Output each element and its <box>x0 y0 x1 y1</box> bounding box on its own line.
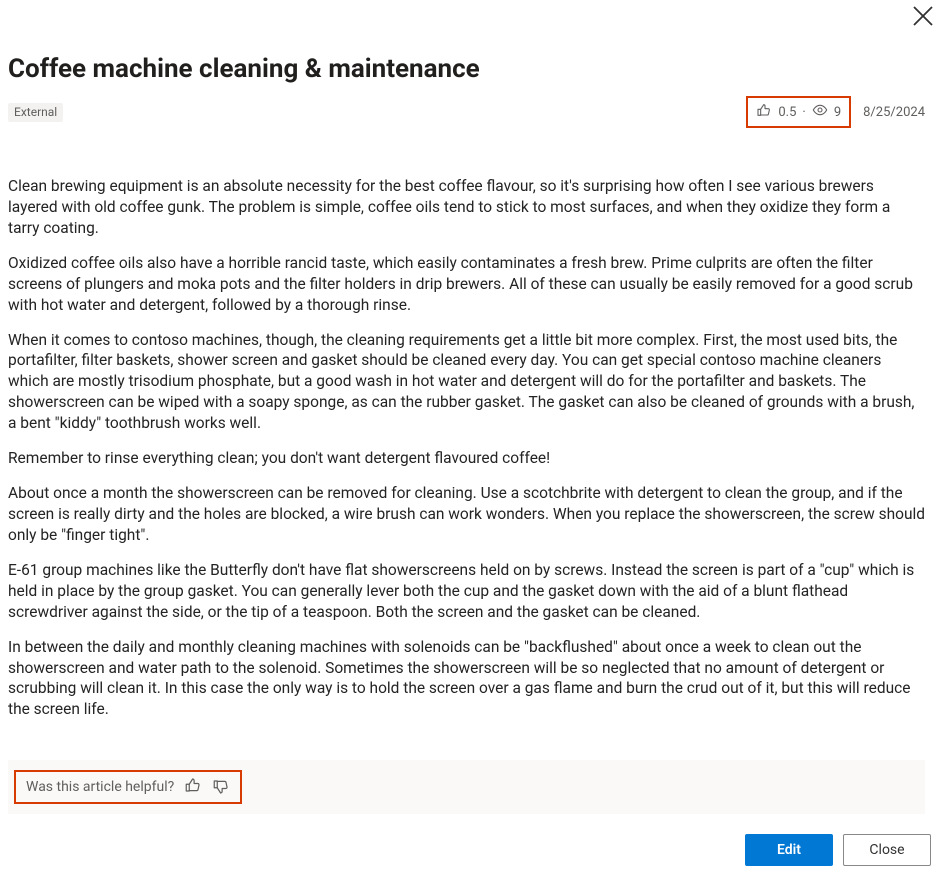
thumbs-up-icon[interactable] <box>184 776 202 798</box>
thumbs-down-icon[interactable] <box>212 776 230 798</box>
paragraph: Clean brewing equipment is an absolute n… <box>8 176 925 239</box>
article-body: Clean brewing equipment is an absolute n… <box>8 176 925 720</box>
feedback-bar: Was this article helpful? <box>8 760 925 814</box>
rating-value: 0.5 <box>778 105 796 120</box>
article-panel: Coffee machine cleaning & maintenance Ex… <box>0 0 943 880</box>
views-icon <box>812 102 828 122</box>
meta-right: 0.5 · 9 8/25/2024 <box>746 96 925 128</box>
paragraph: E-61 group machines like the Butterfly d… <box>8 560 925 623</box>
paragraph: About once a month the showerscreen can … <box>8 483 925 546</box>
views-value: 9 <box>834 105 841 120</box>
feedback-inner: Was this article helpful? <box>14 770 242 804</box>
tag-external: External <box>8 103 63 122</box>
edit-button[interactable]: Edit <box>745 834 833 866</box>
meta-row: External 0.5 · <box>8 96 925 128</box>
article-scroll[interactable]: Coffee machine cleaning & maintenance Ex… <box>0 0 937 826</box>
feedback-prompt: Was this article helpful? <box>26 779 174 795</box>
paragraph: When it comes to contoso machines, thoug… <box>8 330 925 435</box>
footer-actions: Edit Close <box>0 826 943 880</box>
close-icon[interactable] <box>911 4 935 28</box>
publish-date: 8/25/2024 <box>863 105 925 120</box>
page-title: Coffee machine cleaning & maintenance <box>8 54 925 84</box>
paragraph: Oxidized coffee oils also have a horribl… <box>8 253 925 316</box>
paragraph: In between the daily and monthly cleanin… <box>8 637 925 721</box>
stats-box: 0.5 · 9 <box>746 96 851 128</box>
paragraph: Remember to rinse everything clean; you … <box>8 448 925 469</box>
like-icon <box>756 102 772 122</box>
close-button[interactable]: Close <box>843 834 931 866</box>
separator-dot: · <box>802 105 805 120</box>
